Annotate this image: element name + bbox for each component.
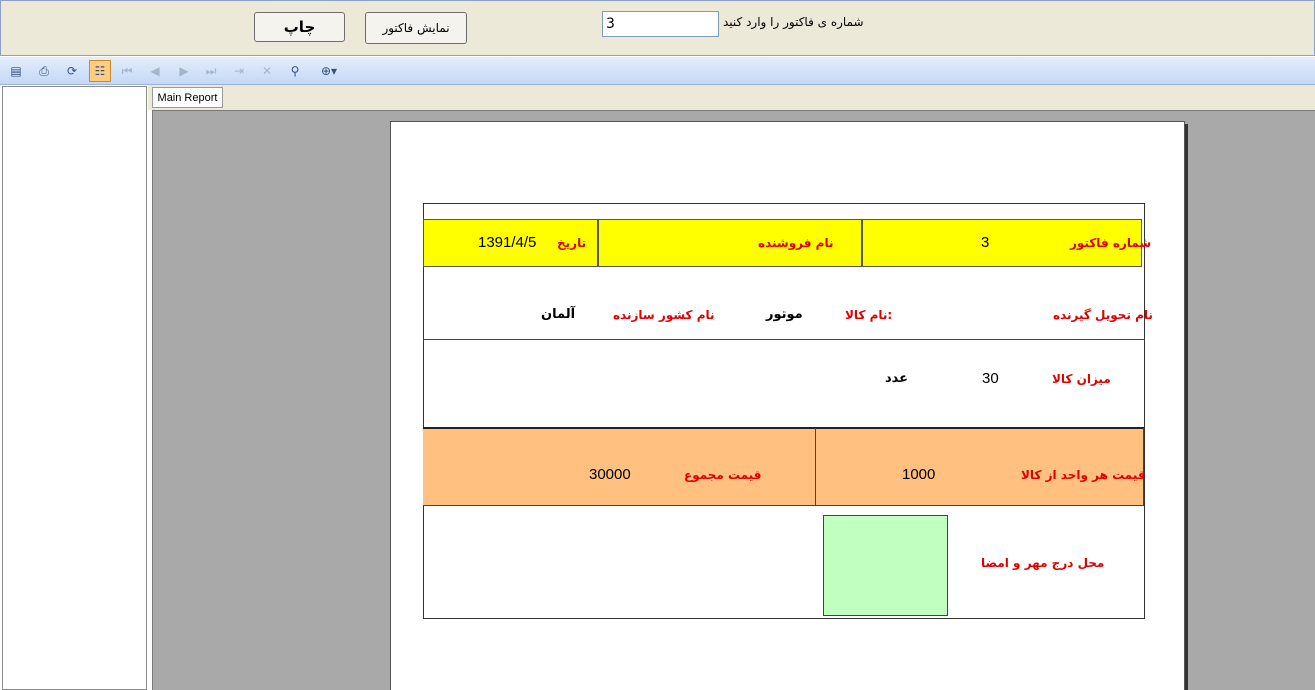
price-band <box>423 427 1144 506</box>
product-value: موتور <box>766 307 803 322</box>
group-tree-panel[interactable] <box>2 86 147 690</box>
unit-price-label: قیمت هر واحد از کالا <box>1021 468 1146 482</box>
goto-page-icon[interactable]: ⇥ <box>228 60 250 82</box>
first-page-icon[interactable]: ⏮ <box>116 60 138 82</box>
price-band-bottom-border <box>423 505 1144 506</box>
print-button[interactable]: چاپ <box>254 12 345 42</box>
product-label: :نام کالا <box>845 308 893 322</box>
parameter-bar: چاپ نمایش فاکتور شماره ی فاکتور را وارد … <box>0 0 1315 56</box>
stamp-label: محل درج مهر و امضا <box>981 556 1105 570</box>
report-tabs: Main Report <box>148 85 1315 110</box>
stop-icon[interactable]: ✕ <box>256 60 278 82</box>
prev-page-icon[interactable]: ◀ <box>144 60 166 82</box>
price-band-separator <box>815 428 816 506</box>
group-tree-icon[interactable]: ☷ <box>89 60 111 82</box>
show-invoice-button[interactable]: نمایش فاکتور <box>365 12 467 44</box>
zoom-icon[interactable]: ⊕▾ <box>314 60 344 82</box>
viewer-toolbar: ▤ ⎙ ⟳ ☷ ⏮ ◀ ▶ ⏭ ⇥ ✕ ⚲ ⊕▾ <box>0 57 1315 85</box>
quantity-label: میزان کالا <box>1052 372 1111 386</box>
print-icon[interactable]: ⎙ <box>33 60 55 82</box>
unit-price-value: 1000 <box>902 466 936 483</box>
date-value: 1391/4/5 <box>478 234 537 251</box>
search-icon[interactable]: ⚲ <box>284 60 306 82</box>
receiver-label: نام تحویل گیرنده <box>1053 308 1153 322</box>
price-band-top-border <box>423 427 1144 429</box>
stamp-box <box>823 515 948 616</box>
total-value: 30000 <box>589 466 631 483</box>
export-icon[interactable]: ▤ <box>5 60 27 82</box>
invoice-number-label: شماره ی فاکتور را وارد کنید <box>723 15 864 29</box>
invoice-number-value: 3 <box>981 234 990 251</box>
invoice-number-input[interactable] <box>602 11 719 37</box>
invoice-number-label-report: شماره فاکتور <box>1070 236 1152 250</box>
country-label: نام کشور سازنده <box>613 308 715 322</box>
unit-value: عدد <box>885 371 909 386</box>
country-value: آلمان <box>541 307 576 322</box>
price-band-right-border <box>1143 428 1144 506</box>
date-label: تاریخ <box>557 236 587 250</box>
quantity-value: 30 <box>982 370 999 387</box>
refresh-icon[interactable]: ⟳ <box>61 60 83 82</box>
next-page-icon[interactable]: ▶ <box>173 60 195 82</box>
total-label: قیمت مجموع <box>684 468 762 482</box>
last-page-icon[interactable]: ⏭ <box>200 60 222 82</box>
divider <box>423 339 1145 340</box>
tab-main-report[interactable]: Main Report <box>152 87 223 108</box>
seller-label: نام فروشنده <box>758 236 834 250</box>
